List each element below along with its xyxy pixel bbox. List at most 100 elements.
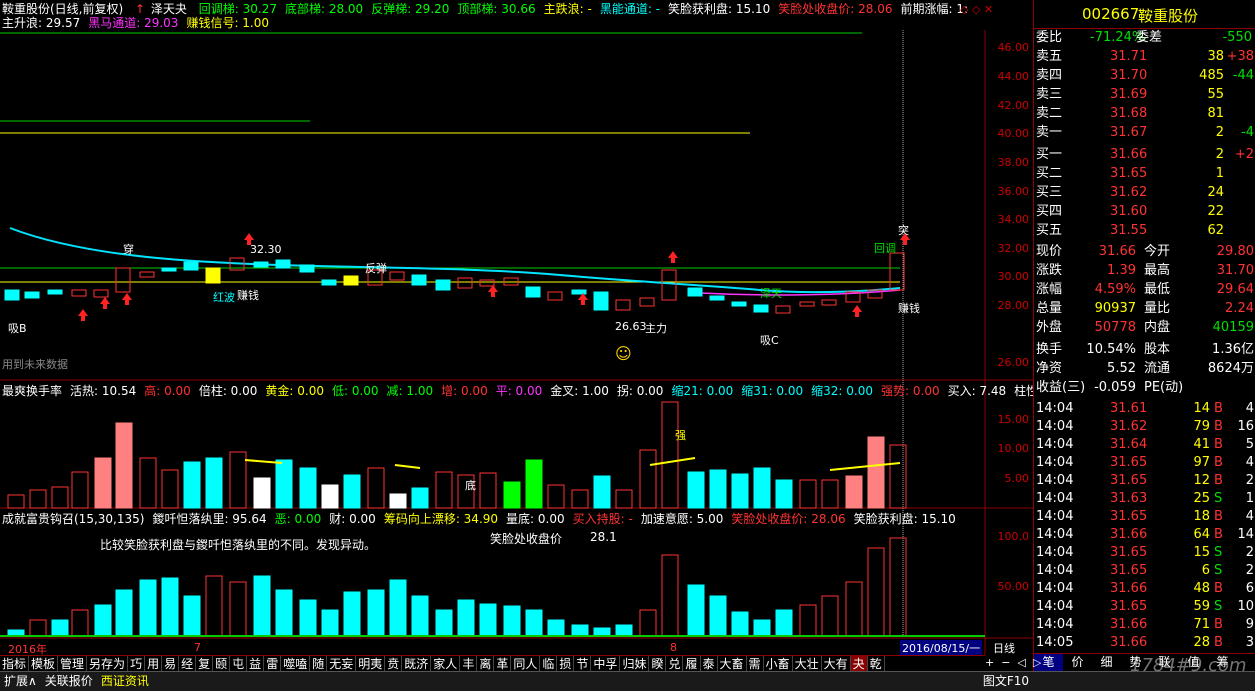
indicator-tab[interactable]: 复 <box>196 656 214 672</box>
tick-row[interactable]: 14:04 31.66 48 B 6 <box>1034 580 1255 597</box>
indicator-tab[interactable]: 指标 <box>0 656 30 672</box>
vol-axis-tick: 10.00 <box>997 442 1030 455</box>
window-controls[interactable]: ◇ ◇ ✕ <box>960 3 993 16</box>
sell-level-row[interactable]: 卖五 31.71 38 +38 <box>1034 48 1255 65</box>
f10-button[interactable]: 图文F10 <box>983 672 1029 690</box>
status-tab[interactable]: 西证资讯 <box>97 672 153 690</box>
tick-row[interactable]: 14:04 31.65 6 S 2 <box>1034 562 1255 579</box>
indicator-tab[interactable]: 丰 <box>460 656 478 672</box>
volume-header: 最爽换手率 活热: 10.54 高: 0.00 倍柱: 0.00 黄金: 0.00 低: … <box>2 384 1081 398</box>
kline-chart[interactable] <box>0 0 1033 655</box>
indicator-tab[interactable]: 噬嗑 <box>281 656 311 672</box>
indicator-tab[interactable]: 履 <box>683 656 701 672</box>
ind-header-item: 财: 0.00 <box>329 512 376 526</box>
indicator-tab[interactable]: 屯 <box>230 656 248 672</box>
sell-level-row[interactable]: 卖一 31.67 2 -4 <box>1034 124 1255 141</box>
stat-row[interactable]: 现价 31.66 今开 29.80 <box>1034 243 1255 260</box>
indicator-tab[interactable]: 既济 <box>402 656 432 672</box>
volume-bar <box>139 457 157 509</box>
indicator-tab[interactable]: 损 <box>557 656 575 672</box>
quote-tab[interactable]: 价 <box>1063 654 1092 671</box>
indicator-tab[interactable]: 明夷 <box>356 656 386 672</box>
tick-row[interactable]: 14:04 31.65 97 B 4 <box>1034 454 1255 471</box>
stat-row[interactable]: 外盘 50778 内盘 40159 <box>1034 319 1255 336</box>
tick-row[interactable]: 14:04 31.65 18 B 4 <box>1034 508 1255 525</box>
indicator-tab[interactable]: 节 <box>574 656 592 672</box>
indicator-tab[interactable]: 益 <box>247 656 265 672</box>
indicator-tab[interactable]: 中孚 <box>591 656 621 672</box>
indicator-tab[interactable]: 模板 <box>29 656 59 672</box>
tick-row[interactable]: 14:04 31.65 59 S 10 <box>1034 598 1255 615</box>
stat2-row[interactable]: 换手 10.54% 股本 1.36亿 <box>1034 341 1255 358</box>
indicator-tab[interactable]: 巧 <box>128 656 146 672</box>
indicator-tab[interactable]: 管理 <box>58 656 88 672</box>
buy-level-row[interactable]: 买二 31.65 1 <box>1034 165 1255 182</box>
indicator-tab[interactable]: 同人 <box>511 656 541 672</box>
stat2-row[interactable]: 净资 5.52 流通 8624万 <box>1034 360 1255 377</box>
sell-level-row[interactable]: 卖四 31.70 485 -44 <box>1034 67 1255 84</box>
indicator-bar <box>411 595 429 637</box>
indicator-tab[interactable]: 经 <box>179 656 197 672</box>
buy-level-row[interactable]: 买五 31.55 62 <box>1034 222 1255 239</box>
tick-row[interactable]: 14:04 31.61 14 B 4 <box>1034 400 1255 417</box>
status-tab[interactable]: 扩展∧ <box>0 672 41 690</box>
volume-bar <box>229 451 247 509</box>
indicator-tab[interactable]: 无妄 <box>327 656 357 672</box>
ind-axis-tick: 50.00 <box>997 580 1030 593</box>
tick-row[interactable]: 14:04 31.63 25 S 1 <box>1034 490 1255 507</box>
indicator-tab[interactable]: 革 <box>494 656 512 672</box>
indicator-tab[interactable]: 用 <box>145 656 163 672</box>
sell-level-row[interactable]: 卖三 31.69 55 <box>1034 86 1255 103</box>
indicator-tab[interactable]: 另存为 <box>87 656 129 672</box>
indicator-tab[interactable]: 随 <box>310 656 328 672</box>
period-label[interactable]: 日线 <box>993 640 1015 656</box>
indicator-tab[interactable]: 临 <box>540 656 558 672</box>
tab-scroll-buttons[interactable]: + − ◁ ▷ <box>985 656 1041 669</box>
buy-level-row[interactable]: 买一 31.66 2 +2 <box>1034 146 1255 163</box>
x-month-8: 8 <box>670 641 677 654</box>
tick-row[interactable]: 14:04 31.66 64 B 14 <box>1034 526 1255 543</box>
buy-level-row[interactable]: 买四 31.60 22 <box>1034 203 1255 220</box>
quote-tab[interactable]: 细 <box>1092 654 1121 671</box>
indicator-tab[interactable]: 颐 <box>213 656 231 672</box>
stat-row[interactable]: 涨跌 1.39 最高 31.70 <box>1034 262 1255 279</box>
indicator-tab[interactable]: 雷 <box>264 656 282 672</box>
indicator-tab[interactable]: 小畜 <box>764 656 793 672</box>
indicator-tab[interactable]: 大有 <box>822 656 851 672</box>
candle <box>889 252 905 291</box>
indicator-tab[interactable]: 归妹 <box>620 656 650 672</box>
indicator-tab[interactable]: 大畜 <box>718 656 747 672</box>
candle <box>709 295 725 301</box>
volume-bar <box>593 475 611 509</box>
candle <box>435 279 451 291</box>
indicator-tab[interactable]: 易 <box>162 656 180 672</box>
tick-row[interactable]: 14:04 31.62 79 B 16 <box>1034 418 1255 435</box>
indicator-tab[interactable]: 夬 <box>850 656 868 672</box>
status-tab[interactable]: 关联报价 <box>41 672 97 690</box>
indicator-tab[interactable]: 贲 <box>385 656 403 672</box>
stat2-row[interactable]: 收益(三) -0.059 PE(动) <box>1034 379 1255 396</box>
price-axis-tick: 36.00 <box>997 185 1030 198</box>
tick-row[interactable]: 14:04 31.65 15 S 2 <box>1034 544 1255 561</box>
indicator-tab[interactable]: 离 <box>477 656 495 672</box>
candle <box>183 261 199 271</box>
buy-level-row[interactable]: 买三 31.62 24 <box>1034 184 1255 201</box>
vol-axis-tick: 15.00 <box>997 413 1030 426</box>
candle <box>139 271 155 278</box>
stat-row[interactable]: 总量 90937 量比 2.24 <box>1034 300 1255 317</box>
indicator-tab[interactable]: 大壮 <box>793 656 822 672</box>
tick-row[interactable]: 14:04 31.65 12 B 2 <box>1034 472 1255 489</box>
tick-row[interactable]: 14:05 31.66 28 B 3 <box>1034 634 1255 651</box>
indicator-tab[interactable]: 睽 <box>649 656 667 672</box>
tick-row[interactable]: 14:04 31.66 71 B 9 <box>1034 616 1255 633</box>
indicator-tab[interactable]: 需 <box>747 656 764 672</box>
stat-row[interactable]: 涨幅 4.59% 最低 29.64 <box>1034 281 1255 298</box>
indicator-tab[interactable]: 家人 <box>431 656 461 672</box>
tick-row[interactable]: 14:04 31.64 41 B 5 <box>1034 436 1255 453</box>
indicator-bar <box>845 581 863 637</box>
sell-level-row[interactable]: 卖二 31.68 81 <box>1034 105 1255 122</box>
indicator-name[interactable]: 泽天夬 <box>151 2 187 16</box>
indicator-tab[interactable]: 泰 <box>701 656 718 672</box>
indicator-tab[interactable]: 乾 <box>868 656 885 672</box>
indicator-tab[interactable]: 兑 <box>666 656 684 672</box>
